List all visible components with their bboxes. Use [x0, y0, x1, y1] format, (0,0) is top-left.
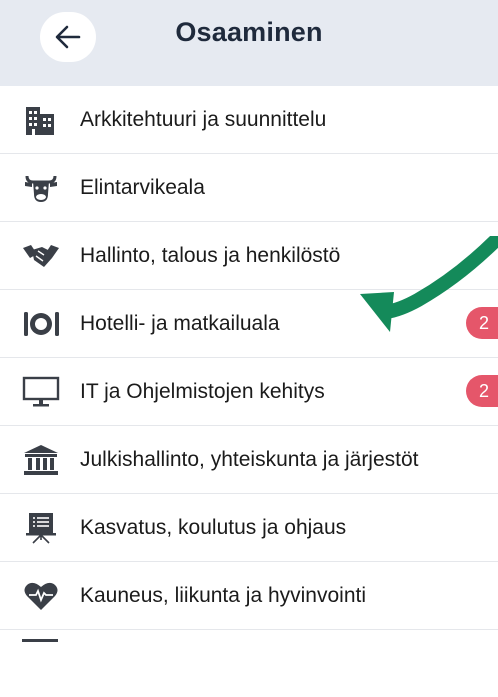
notification-badge: 2	[466, 375, 498, 407]
list-item-label: Kasvatus, koulutus ja ohjaus	[80, 516, 347, 539]
annotation-arrow	[360, 236, 498, 332]
list-item[interactable]: Kasvatus, koulutus ja ohjaus	[0, 494, 498, 562]
list-item-label: Kauneus, liikunta ja hyvinvointi	[80, 584, 367, 607]
monitor-icon	[22, 376, 60, 408]
buildings-icon	[22, 104, 60, 136]
cow-icon	[22, 172, 60, 204]
list-item-label: Elintarvikeala	[80, 176, 205, 199]
list-item[interactable]: IT ja Ohjelmistojen kehitys 2	[0, 358, 498, 426]
list-item[interactable]: Elintarvikeala	[0, 154, 498, 222]
partial-icon	[22, 639, 58, 642]
plate-cutlery-icon	[22, 308, 60, 340]
list-item-label: Hotelli- ja matkailuala	[80, 312, 280, 335]
institution-icon	[22, 444, 60, 476]
category-list: Arkkitehtuuri ja suunnittelu Elintarvike…	[0, 86, 498, 697]
list-item[interactable]	[0, 630, 498, 697]
list-item-label: Hallinto, talous ja henkilöstö	[80, 244, 341, 267]
page-title: Osaaminen	[175, 17, 323, 47]
list-item[interactable]: Kauneus, liikunta ja hyvinvointi	[0, 562, 498, 630]
list-item-label: IT ja Ohjelmistojen kehitys	[80, 380, 325, 403]
list-item-label: Julkishallinto, yhteiskunta ja järjestöt	[80, 448, 419, 471]
heartbeat-icon	[22, 580, 60, 612]
list-item[interactable]: Julkishallinto, yhteiskunta ja järjestöt	[0, 426, 498, 494]
presentation-board-icon	[22, 512, 60, 544]
handshake-icon	[22, 240, 60, 272]
list-item-label: Arkkitehtuuri ja suunnittelu	[80, 108, 327, 131]
app-header: Osaaminen	[0, 0, 498, 86]
list-item[interactable]: Arkkitehtuuri ja suunnittelu	[0, 86, 498, 154]
